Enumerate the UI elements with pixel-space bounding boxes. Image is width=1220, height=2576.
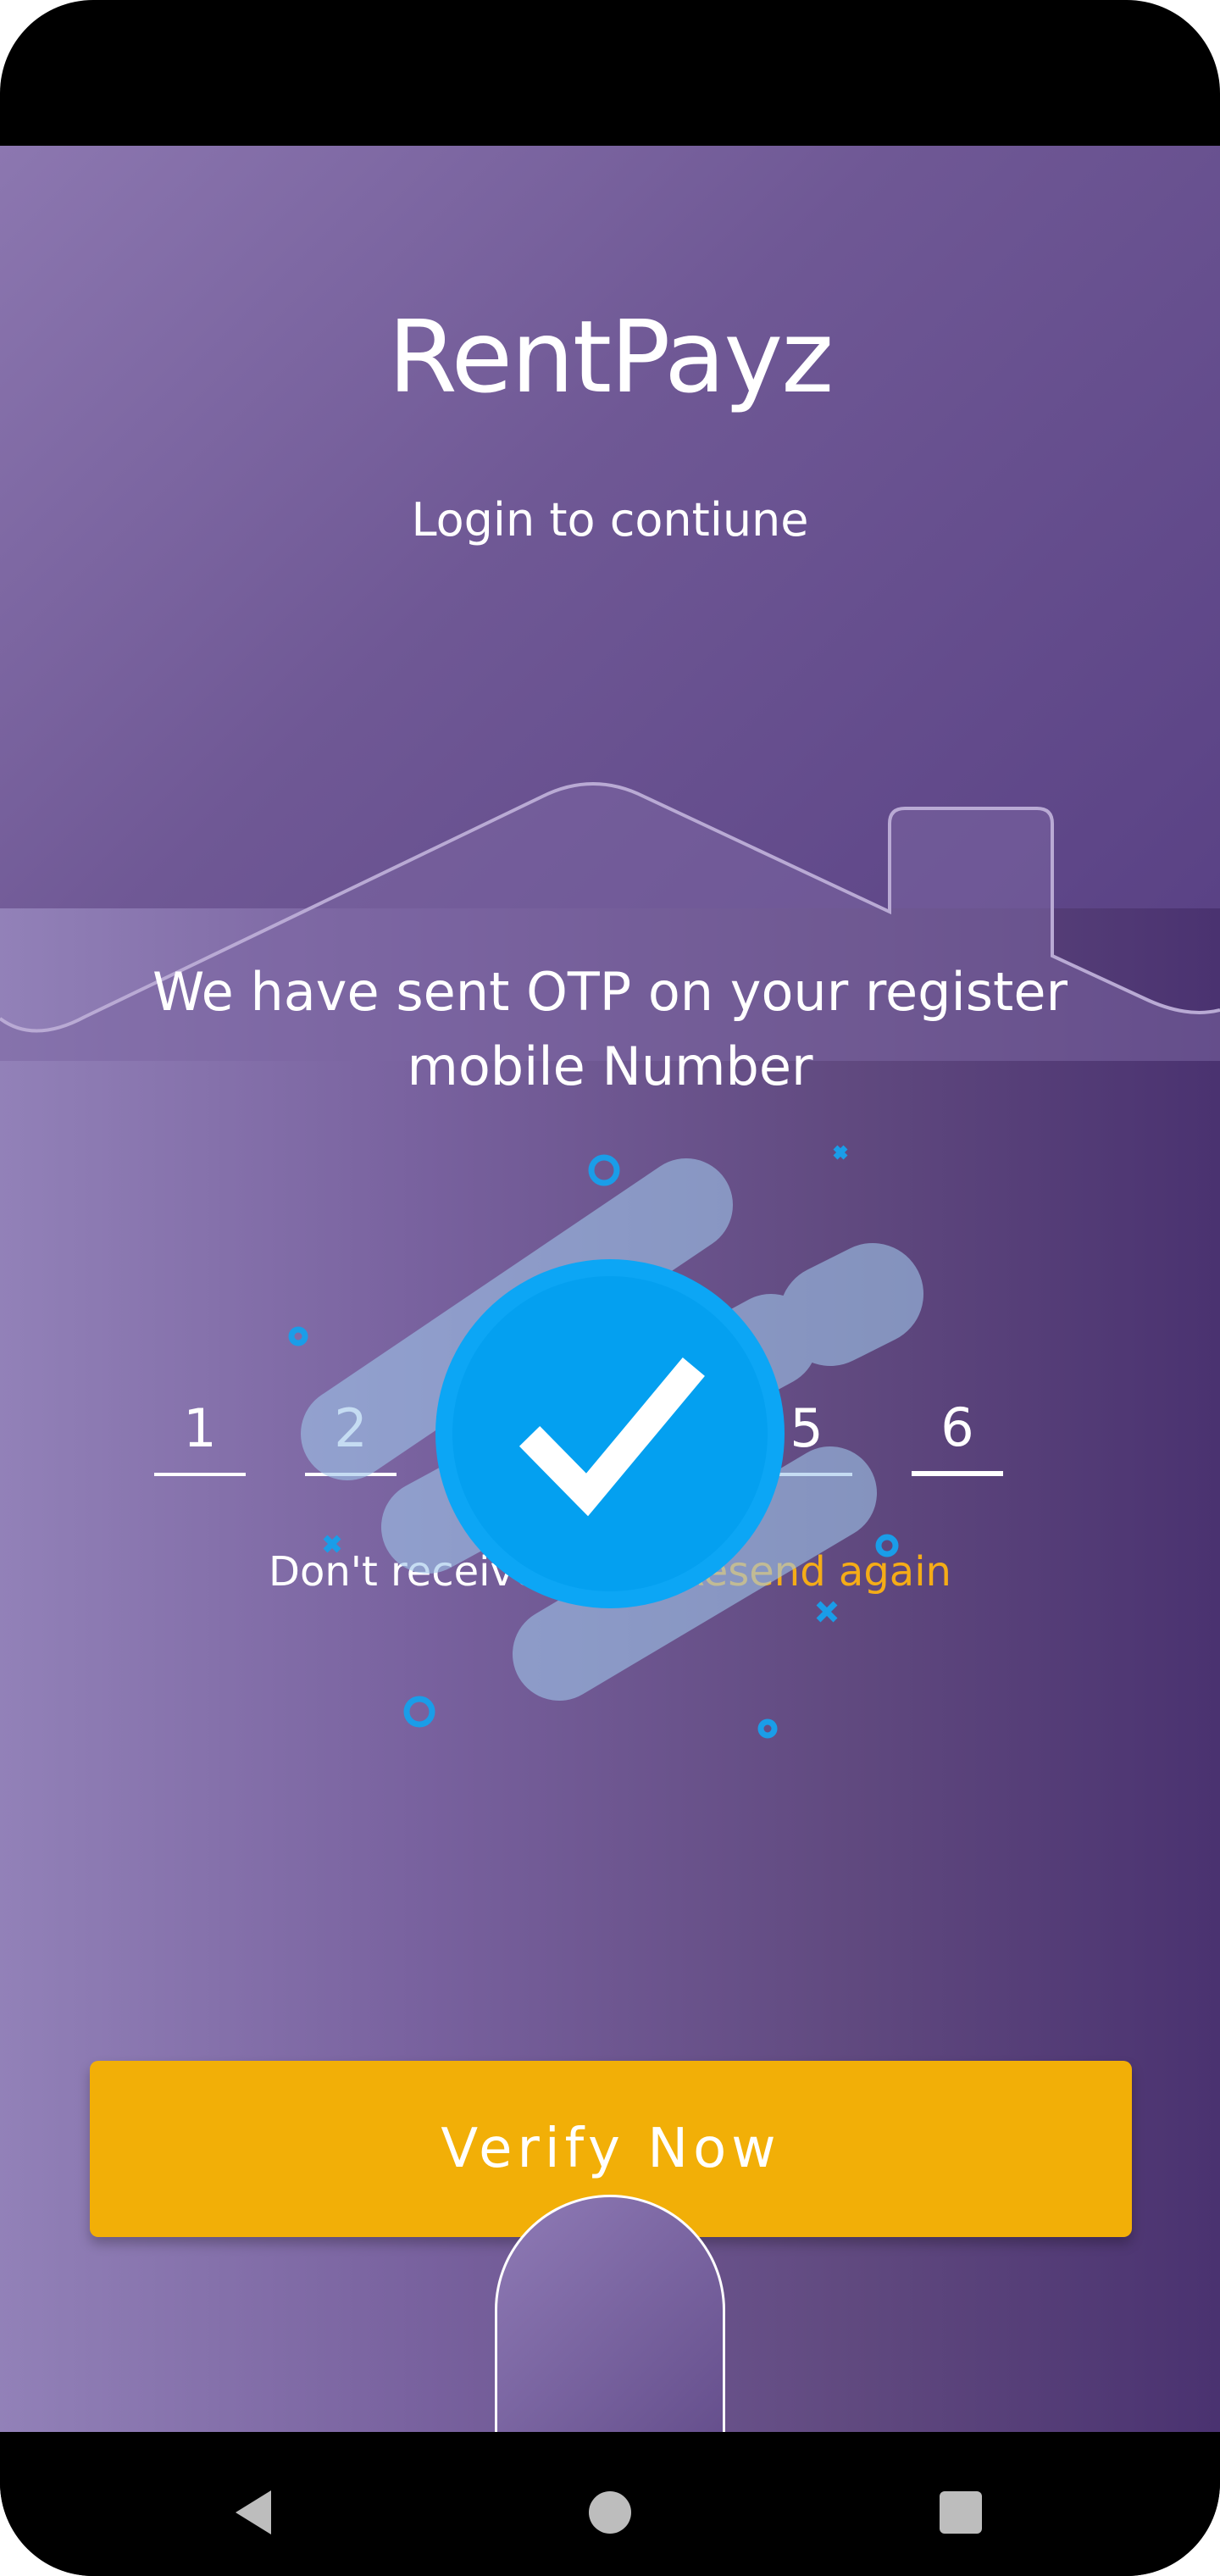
back-button[interactable] [203, 2466, 305, 2559]
otp-success-overlay [288, 1145, 923, 1739]
otp-sent-message: We have sent OTP on your register mobile… [152, 961, 1068, 1097]
back-triangle-icon [236, 2490, 271, 2534]
login-screen: RentPayz Login to contiune We have sent … [0, 146, 1220, 2432]
otp-digit-1[interactable]: 1 [154, 1383, 246, 1476]
home-button[interactable] [559, 2466, 661, 2559]
phone-frame: RentPayz Login to contiune We have sent … [0, 0, 1220, 2576]
recents-square-icon [940, 2491, 982, 2534]
door-illustration [495, 2195, 725, 2432]
home-circle-icon [589, 2491, 631, 2534]
login-subtitle: Login to contiune [411, 493, 809, 547]
recents-button[interactable] [910, 2466, 1012, 2559]
app-brand-title: RentPayz [387, 298, 834, 415]
android-navigation-bar [0, 2432, 1220, 2576]
